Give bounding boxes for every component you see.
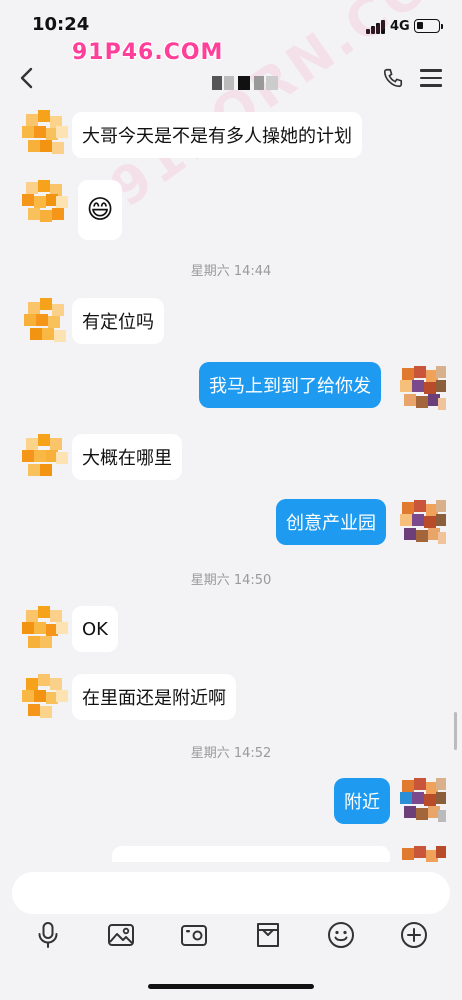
contact-avatar[interactable] (22, 674, 68, 720)
emoji-icon[interactable] (326, 920, 356, 950)
contact-avatar[interactable] (22, 298, 68, 344)
own-avatar[interactable] (400, 500, 446, 546)
battery-icon (414, 19, 443, 33)
incoming-message[interactable]: 大哥今天是不是有多人操她的计划 (72, 112, 362, 158)
plus-icon[interactable] (399, 920, 429, 950)
nav-bar (0, 56, 462, 102)
image-icon[interactable] (106, 920, 136, 950)
contact-avatar[interactable] (22, 434, 68, 480)
status-time: 10:24 (32, 14, 90, 35)
incoming-message[interactable]: 😄 (78, 180, 122, 240)
back-icon[interactable] (18, 66, 38, 90)
timestamp: 星期六 14:44 (190, 264, 272, 279)
incoming-message[interactable]: 有定位吗 (72, 298, 164, 344)
menu-icon[interactable] (420, 69, 442, 87)
contact-name[interactable] (212, 76, 278, 90)
contact-avatar[interactable] (22, 178, 68, 224)
incoming-message[interactable]: 在里面还是附近啊 (72, 674, 236, 720)
incoming-message[interactable]: OK (72, 606, 118, 652)
own-avatar[interactable] (400, 846, 446, 862)
own-avatar[interactable] (400, 778, 446, 824)
microphone-icon[interactable] (33, 920, 63, 950)
contact-avatar[interactable] (22, 110, 68, 156)
contact-avatar[interactable] (22, 606, 68, 652)
own-avatar[interactable] (400, 366, 446, 412)
message-input[interactable] (12, 872, 450, 914)
outgoing-message[interactable]: 我马上到到了给你发 (199, 362, 381, 408)
home-indicator (148, 984, 314, 989)
scrollbar[interactable] (454, 712, 457, 750)
timestamp: 星期六 14:50 (190, 573, 272, 588)
timestamp: 星期六 14:52 (190, 746, 272, 761)
outgoing-message[interactable]: 创意产业园 (276, 499, 386, 545)
camera-icon[interactable] (179, 920, 209, 950)
outgoing-message[interactable]: 附近 (334, 778, 390, 824)
phone-icon[interactable] (382, 67, 404, 89)
incoming-message[interactable]: 大概在哪里 (72, 434, 182, 480)
input-panel (0, 862, 462, 1000)
laughing-emoji-icon: 😄 (86, 195, 114, 225)
gift-icon[interactable] (253, 920, 283, 950)
